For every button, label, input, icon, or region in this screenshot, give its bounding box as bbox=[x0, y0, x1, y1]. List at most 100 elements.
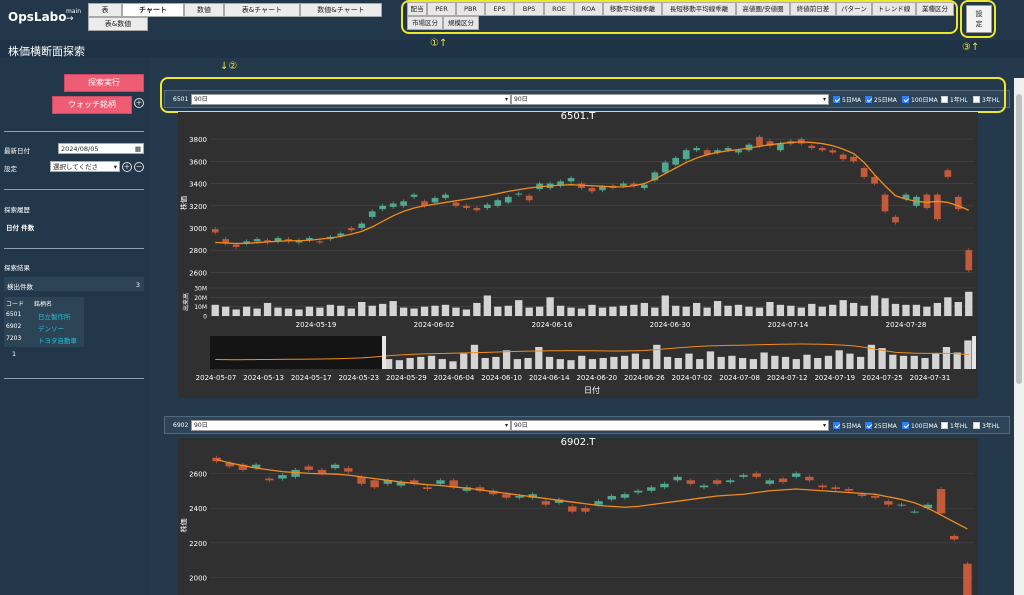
navigator-tick-label: 2024-07-19 bbox=[814, 374, 855, 382]
code-header: コード bbox=[6, 301, 25, 308]
add-watch-icon[interactable]: + bbox=[134, 98, 144, 108]
tab-values[interactable]: 数値 bbox=[184, 3, 224, 17]
tab-chart[interactable]: チャート bbox=[122, 3, 184, 17]
scrollbar-thumb[interactable] bbox=[1016, 94, 1022, 384]
candle bbox=[850, 156, 857, 162]
candle bbox=[588, 188, 596, 192]
navigator-bar bbox=[899, 355, 908, 369]
period-select-1[interactable]: 90日 ▾ bbox=[191, 420, 511, 431]
volume-bar bbox=[839, 300, 847, 316]
candle bbox=[660, 483, 669, 488]
navigator-tick-label: 2024-07-12 bbox=[767, 374, 808, 382]
candle bbox=[805, 476, 814, 481]
navigator-handle-right bbox=[972, 336, 976, 369]
navigator-tick-label: 2024-07-31 bbox=[910, 374, 951, 382]
stock-name-link[interactable]: 日立製作所 bbox=[38, 311, 71, 321]
hl1y-checkbox[interactable] bbox=[941, 422, 948, 429]
tab-table[interactable]: 表 bbox=[88, 3, 122, 17]
setting-select[interactable]: 選択してくださ ▾ bbox=[50, 161, 120, 172]
navigator-bar bbox=[545, 356, 554, 369]
stock-name-link[interactable]: デンソー bbox=[38, 323, 64, 333]
navigator-bar bbox=[621, 355, 629, 369]
name-header: 銘柄名 bbox=[34, 301, 53, 308]
volume-tick-label: 10M bbox=[194, 304, 207, 311]
volume-bar bbox=[222, 306, 230, 316]
candle bbox=[541, 501, 551, 505]
volume-bar bbox=[326, 304, 335, 316]
y-tick-label: 2600 bbox=[189, 269, 207, 277]
navigator-bar bbox=[653, 344, 661, 369]
volume-bar bbox=[630, 304, 638, 316]
y-tick-label: 2200 bbox=[189, 540, 207, 548]
period-select-value: 90日 bbox=[194, 422, 208, 429]
add-setting-icon[interactable]: + bbox=[122, 162, 132, 172]
pagination-page[interactable]: 1 bbox=[12, 350, 16, 358]
volume-bar bbox=[849, 302, 858, 316]
count-value: 3 bbox=[135, 281, 140, 289]
volume-bar bbox=[494, 306, 502, 316]
volume-bar bbox=[577, 308, 586, 316]
watchlist-button[interactable]: ウォッチ銘柄 bbox=[52, 96, 132, 114]
remove-setting-icon[interactable]: − bbox=[134, 162, 144, 172]
candle bbox=[389, 203, 397, 207]
candle bbox=[739, 475, 748, 477]
candle bbox=[936, 489, 946, 514]
volume-bar bbox=[316, 307, 324, 316]
period-select-2[interactable]: 90日 ▾ bbox=[511, 420, 829, 431]
volume-bar bbox=[902, 304, 910, 316]
ma5-checkbox[interactable] bbox=[833, 422, 840, 429]
volume-bar bbox=[274, 307, 282, 316]
hl3y-checkbox[interactable] bbox=[973, 422, 980, 429]
navigator-bar bbox=[481, 358, 489, 369]
volume-bar bbox=[755, 307, 764, 316]
candle bbox=[777, 143, 784, 151]
candle bbox=[791, 473, 801, 477]
volume-bar bbox=[347, 308, 355, 316]
navigator-bar bbox=[556, 359, 564, 369]
tab-values-chart[interactable]: 数値&チャート bbox=[300, 3, 382, 17]
navigator-tick-label: 2024-06-14 bbox=[529, 374, 570, 382]
ma100-label: 100日MA bbox=[911, 423, 938, 430]
candle bbox=[344, 468, 353, 472]
candlestick-chart-1[interactable]: 2600 2800 3000 3200 3400 3600 3800 株価 0 10M 20M 30M… bbox=[178, 112, 978, 398]
stock-code: 6902 bbox=[6, 323, 22, 330]
search-execute-button[interactable]: 探索実行 bbox=[64, 74, 144, 92]
candle bbox=[965, 250, 973, 271]
history-columns: 日付 件数 bbox=[6, 224, 35, 232]
navigator-bar bbox=[438, 359, 446, 369]
tab-table-values[interactable]: 表&数値 bbox=[88, 17, 148, 31]
candle bbox=[410, 194, 418, 197]
app-logo: OpsLabo bbox=[8, 10, 67, 24]
candle bbox=[661, 162, 669, 173]
divider bbox=[4, 378, 144, 379]
volume-bar bbox=[944, 297, 952, 316]
navigator-bar bbox=[427, 355, 436, 369]
volume-bar bbox=[703, 307, 711, 316]
tab-table-chart[interactable]: 表&チャート bbox=[224, 3, 300, 17]
candle bbox=[379, 205, 387, 210]
calendar-icon[interactable]: ▦ bbox=[135, 144, 141, 154]
navigator-bar bbox=[417, 356, 425, 369]
candle bbox=[726, 480, 735, 483]
annotation-2: ↓② bbox=[220, 61, 238, 72]
navigator-bar bbox=[857, 356, 865, 369]
candle bbox=[316, 241, 324, 243]
latest-date-input[interactable]: 2024/08/05 ▦ bbox=[58, 143, 144, 154]
navigator-bar bbox=[771, 355, 779, 369]
volume-bar bbox=[598, 307, 607, 316]
candle bbox=[330, 464, 340, 469]
volume-bar bbox=[295, 309, 303, 316]
volume-axis-label: 出来高 bbox=[182, 293, 190, 311]
volume-bar bbox=[483, 295, 492, 316]
stock-name-link[interactable]: トヨタ自動車 bbox=[38, 335, 77, 345]
candle bbox=[712, 480, 722, 484]
ma100-checkbox[interactable] bbox=[902, 422, 909, 429]
volume-bar bbox=[441, 304, 450, 316]
candle bbox=[431, 198, 439, 203]
candle bbox=[831, 487, 840, 490]
navigator-tick-label: 2024-05-13 bbox=[243, 374, 284, 382]
candle bbox=[647, 487, 656, 491]
ma25-checkbox[interactable] bbox=[865, 422, 872, 429]
candlestick-chart-2[interactable]: 2000 2200 2400 2600 株価 bbox=[178, 438, 978, 595]
candle bbox=[944, 170, 952, 177]
